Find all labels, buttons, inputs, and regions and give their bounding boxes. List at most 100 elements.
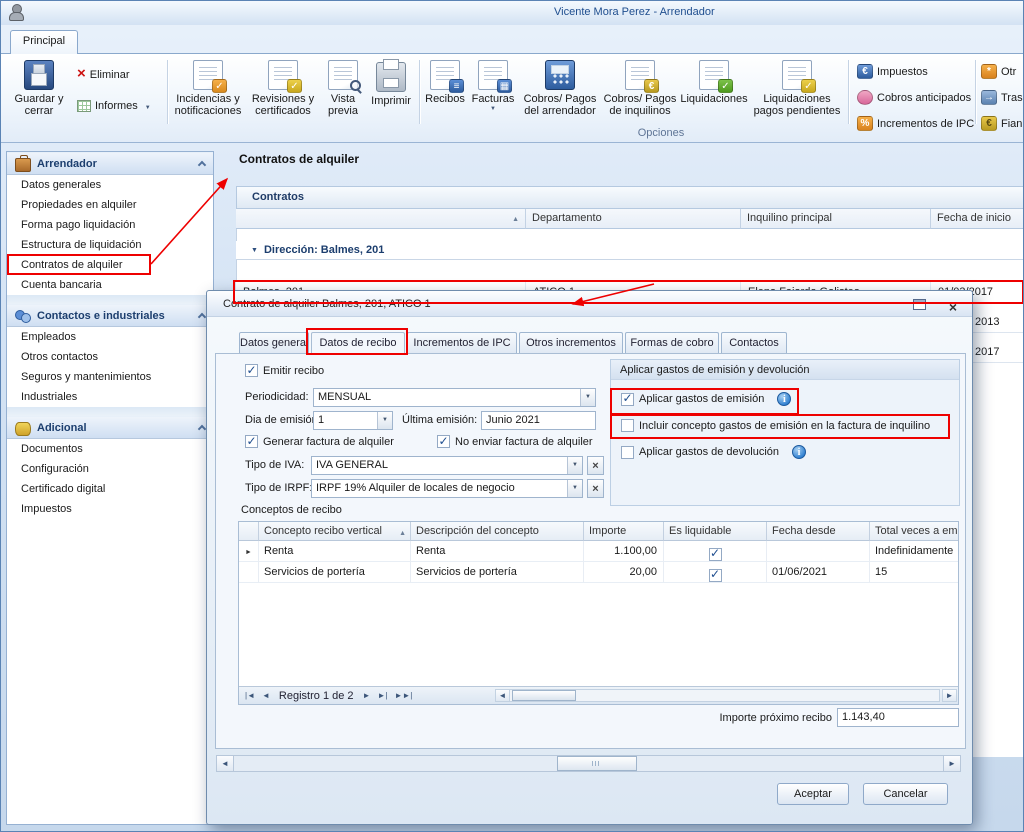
calc-badge-icon: ≡ bbox=[449, 79, 464, 93]
sidebar-item-propiedades[interactable]: Propiedades en alquiler bbox=[7, 195, 213, 215]
dialog-hscrollbar[interactable] bbox=[216, 755, 961, 772]
tab-otros-incrementos[interactable]: Otros incrementos bbox=[519, 332, 623, 353]
grid-header-liquidable[interactable]: Es liquidable bbox=[664, 522, 767, 541]
grid-hscrollbar[interactable] bbox=[495, 689, 940, 702]
reports-button[interactable]: Informes bbox=[77, 100, 151, 112]
sidebar-item-configuracion[interactable]: Configuración bbox=[7, 459, 213, 479]
dialog-title-bar[interactable]: Contrato de alquiler Balmes, 201, ATICO … bbox=[207, 291, 972, 317]
vista-previa-button[interactable]: Vista previa bbox=[321, 60, 365, 117]
grid-header-concepto[interactable]: Concepto recibo vertical bbox=[259, 522, 411, 541]
dia-emision-label: Dia de emisión: bbox=[245, 414, 321, 426]
clear-irpf-button[interactable] bbox=[587, 479, 604, 498]
tab-incrementos-ipc[interactable]: Incrementos de IPC bbox=[407, 332, 517, 353]
grid-header-descripcion[interactable]: Descripción del concepto bbox=[411, 522, 584, 541]
sidebar-item-estructura[interactable]: Estructura de liquidación bbox=[7, 235, 213, 255]
nav-group-adicional[interactable]: Adicional bbox=[7, 416, 213, 439]
scrollbar-thumb[interactable] bbox=[557, 756, 637, 771]
restore-icon[interactable] bbox=[913, 299, 926, 310]
sidebar-item-empleados[interactable]: Empleados bbox=[7, 327, 213, 347]
cell-liquidable[interactable] bbox=[664, 562, 767, 583]
aplicar-gastos-devolucion-checkbox[interactable]: Aplicar gastos de devolución bbox=[621, 445, 806, 459]
scroll-right-button[interactable] bbox=[942, 689, 957, 702]
dropdown-icon[interactable] bbox=[580, 389, 595, 406]
sidebar-item-contratos-alquiler[interactable]: Contratos de alquiler bbox=[7, 255, 213, 275]
sidebar-item-datos-generales[interactable]: Datos generales bbox=[7, 175, 213, 195]
imprimir-button[interactable]: Imprimir bbox=[367, 60, 415, 107]
row-indicator bbox=[239, 562, 259, 583]
tab-datos-generales[interactable]: Datos generales bbox=[239, 332, 309, 353]
no-enviar-factura-checkbox[interactable]: No enviar factura de alquiler bbox=[437, 435, 593, 448]
dropdown-icon[interactable] bbox=[377, 412, 392, 429]
sidebar-item-cuenta-bancaria[interactable]: Cuenta bancaria bbox=[7, 275, 213, 295]
append-record-button[interactable] bbox=[392, 691, 414, 700]
sidebar-item-otros-contactos[interactable]: Otros contactos bbox=[7, 347, 213, 367]
tab-datos-de-recibo[interactable]: Datos de recibo bbox=[311, 332, 405, 354]
recibos-button[interactable]: ≡ Recibos bbox=[423, 60, 467, 105]
importe-proximo-field[interactable]: 1.143,40 bbox=[837, 708, 959, 727]
generar-factura-checkbox[interactable]: Generar factura de alquiler bbox=[245, 435, 394, 448]
scroll-left-button[interactable] bbox=[496, 690, 510, 701]
liquidaciones-pendientes-button[interactable]: ✓ Liquidaciones pagos pendientes bbox=[750, 60, 844, 117]
revisiones-button[interactable]: ✓ Revisiones y certificados bbox=[247, 60, 319, 117]
table-group-row[interactable]: Dirección: Balmes, 201 bbox=[236, 241, 1024, 260]
sidebar-item-seguros[interactable]: Seguros y mantenimientos bbox=[7, 367, 213, 387]
scrollbar-thumb[interactable] bbox=[512, 690, 576, 701]
sidebar-item-industriales[interactable]: Industriales bbox=[7, 387, 213, 407]
traspasos-button[interactable]: → Tras bbox=[981, 90, 1023, 105]
impuestos-button[interactable]: € Impuestos bbox=[857, 64, 928, 79]
column-header-direccion[interactable] bbox=[236, 209, 526, 229]
tab-formas-de-cobro[interactable]: Formas de cobro bbox=[625, 332, 719, 353]
facturas-button[interactable]: ▦ Facturas bbox=[469, 60, 517, 112]
delete-button[interactable]: Eliminar bbox=[77, 68, 130, 81]
dialog-title: Contrato de alquiler Balmes, 201, ATICO … bbox=[223, 298, 431, 310]
nav-group-contactos[interactable]: Contactos e industriales bbox=[7, 304, 213, 327]
info-icon[interactable] bbox=[792, 445, 806, 459]
sidebar-item-documentos[interactable]: Documentos bbox=[7, 439, 213, 459]
otros-button[interactable]: * Otr bbox=[981, 64, 1016, 79]
next-record-button[interactable] bbox=[361, 691, 373, 700]
periodicidad-combo[interactable]: MENSUAL bbox=[313, 388, 596, 407]
aplicar-gastos-emision-checkbox[interactable]: Aplicar gastos de emisión bbox=[621, 392, 791, 406]
cobros-anticipados-button[interactable]: Cobros anticipados bbox=[857, 90, 971, 105]
scroll-right-button[interactable] bbox=[943, 756, 960, 771]
dropdown-icon[interactable] bbox=[567, 457, 582, 474]
dia-emision-combo[interactable]: 1 bbox=[313, 411, 393, 430]
liquidaciones-button[interactable]: ✓ Liquidaciones bbox=[680, 60, 748, 105]
sidebar-item-impuestos[interactable]: Impuestos bbox=[7, 499, 213, 519]
close-icon[interactable] bbox=[944, 294, 962, 312]
incrementos-ipc-button[interactable]: % Incrementos de IPC bbox=[857, 116, 974, 131]
column-header-departamento[interactable]: Departamento bbox=[526, 209, 741, 229]
tab-contactos[interactable]: Contactos bbox=[721, 332, 787, 353]
fianzas-button[interactable]: € Fian bbox=[981, 116, 1022, 131]
grid-header-total-veces[interactable]: Total veces a emit bbox=[870, 522, 958, 541]
column-header-inquilino[interactable]: Inquilino principal bbox=[741, 209, 931, 229]
grid-header-importe[interactable]: Importe bbox=[584, 522, 664, 541]
ultima-emision-field[interactable]: Junio 2021 bbox=[481, 411, 596, 430]
incidencias-button[interactable]: ✓ Incidencias y notificaciones bbox=[172, 60, 244, 117]
collapse-chevron-icon[interactable] bbox=[251, 244, 264, 256]
cancelar-button[interactable]: Cancelar bbox=[863, 783, 948, 805]
checkbox-icon bbox=[709, 548, 722, 561]
first-record-button[interactable] bbox=[243, 691, 257, 700]
tab-principal[interactable]: Principal bbox=[10, 30, 78, 54]
cell-liquidable[interactable] bbox=[664, 541, 767, 562]
aceptar-button[interactable]: Aceptar bbox=[777, 783, 849, 805]
last-record-button[interactable] bbox=[375, 691, 389, 700]
tipo-iva-combo[interactable]: IVA GENERAL bbox=[311, 456, 583, 475]
emitir-recibo-checkbox[interactable]: Emitir recibo bbox=[245, 364, 324, 377]
dropdown-icon[interactable] bbox=[567, 480, 582, 497]
save-close-button[interactable]: Guardar y cerrar bbox=[9, 60, 69, 117]
nav-group-arrendador[interactable]: Arrendador bbox=[7, 152, 213, 175]
grid-header-fecha-desde[interactable]: Fecha desde bbox=[767, 522, 870, 541]
incluir-concepto-checkbox[interactable]: Incluir concepto gastos de emisión en la… bbox=[621, 419, 930, 432]
column-header-fecha[interactable]: Fecha de inicio bbox=[931, 209, 1024, 229]
tipo-irpf-combo[interactable]: IRPF 19% Alquiler de locales de negocio bbox=[311, 479, 583, 498]
cobros-inquilinos-button[interactable]: € Cobros/ Pagos de inquilinos bbox=[602, 60, 678, 117]
sidebar-item-forma-pago[interactable]: Forma pago liquidación bbox=[7, 215, 213, 235]
clear-iva-button[interactable] bbox=[587, 456, 604, 475]
scroll-left-button[interactable] bbox=[217, 756, 234, 771]
prev-record-button[interactable] bbox=[260, 691, 272, 700]
info-icon[interactable] bbox=[777, 392, 791, 406]
cobros-arrendador-button[interactable]: Cobros/ Pagos del arrendador bbox=[520, 60, 600, 117]
sidebar-item-certificado[interactable]: Certificado digital bbox=[7, 479, 213, 499]
